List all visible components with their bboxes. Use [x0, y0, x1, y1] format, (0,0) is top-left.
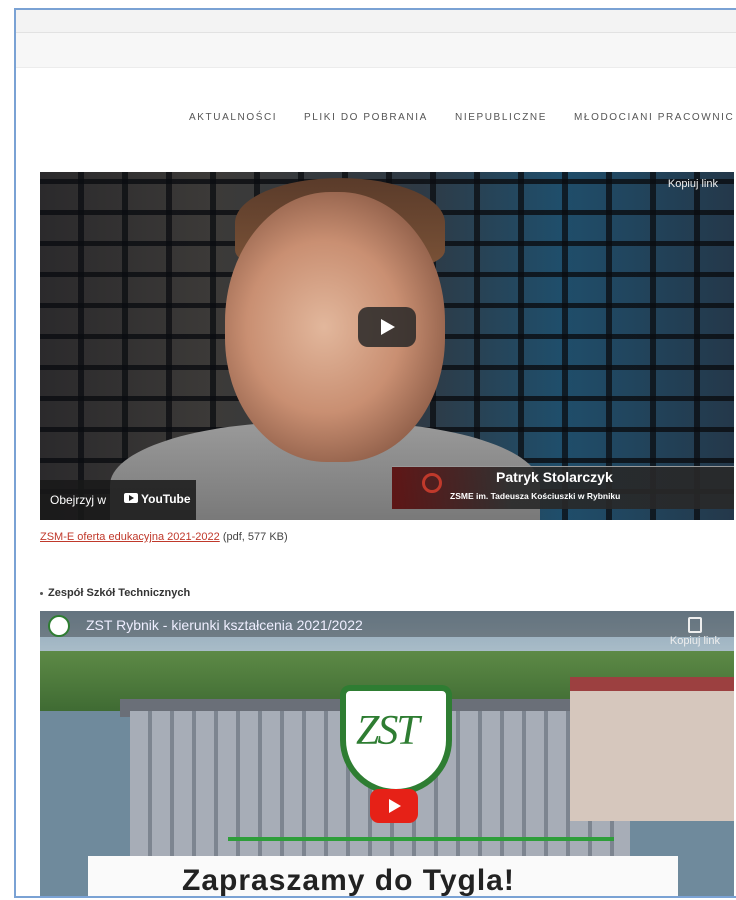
speaker-school: ZSME im. Tadeusza Kościuszki w Rybniku: [450, 491, 621, 501]
copy-link-button[interactable]: Kopiuj link: [668, 178, 718, 190]
youtube-wordmark: YouTube: [141, 492, 191, 506]
pdf-download-line: ZSM-E oferta edukacyjna 2021-2022 (pdf, …: [40, 531, 288, 543]
video-player-2[interactable]: ZST Rybnik - kierunki kształcenia 2021/2…: [40, 611, 734, 897]
video-title[interactable]: ZST Rybnik - kierunki kształcenia 2021/2…: [86, 617, 363, 633]
logo-text: ZST: [356, 708, 420, 754]
divider: [228, 837, 614, 841]
bullet-label: Zespół Szkół Technicznych: [48, 587, 191, 599]
pdf-link[interactable]: ZSM-E oferta edukacyjna 2021-2022: [40, 531, 220, 543]
nav-aktualnosci[interactable]: AKTUALNOŚCI: [189, 112, 277, 123]
browser-subbar: [16, 33, 736, 68]
speaker-name: Patryk Stolarczyk: [496, 469, 613, 485]
watch-on-youtube-button[interactable]: Obejrzyj w YouTube: [40, 480, 196, 520]
play-icon[interactable]: [358, 307, 416, 347]
pdf-meta: (pdf, 577 KB): [219, 531, 288, 543]
channel-avatar-icon[interactable]: [48, 615, 70, 637]
bullet-icon: [40, 591, 43, 595]
main-nav: AKTUALNOŚCI PLIKI DO POBRANIA NIEPUBLICZ…: [16, 104, 736, 134]
youtube-icon: [124, 493, 138, 503]
browser-frame: AKTUALNOŚCI PLIKI DO POBRANIA NIEPUBLICZ…: [14, 8, 736, 898]
copy-link-button[interactable]: Kopiuj link: [670, 635, 720, 647]
youtube-play-icon[interactable]: [370, 789, 418, 823]
banner-text: Zapraszamy do Tygla!: [182, 864, 515, 897]
watch-label: Obejrzyj w: [50, 493, 107, 507]
nav-niepubliczne[interactable]: NIEPUBLICZNE: [455, 112, 547, 123]
list-item: Zespół Szkół Technicznych: [40, 587, 190, 599]
target-icon: [422, 473, 442, 493]
thumbnail-house: [570, 677, 734, 821]
zst-logo: ZST: [340, 685, 452, 795]
video-banner: Zapraszamy do Tygla!: [88, 856, 678, 897]
name-caption: Patryk Stolarczyk ZSME im. Tadeusza Kośc…: [392, 466, 734, 509]
nav-mlodociani[interactable]: MŁODOCIANI PRACOWNIC: [574, 112, 734, 123]
browser-toolbar: [16, 10, 736, 33]
copy-icon[interactable]: [688, 617, 702, 633]
video-player-1[interactable]: Kopiuj link Patryk Stolarczyk ZSME im. T…: [40, 172, 734, 520]
nav-pliki[interactable]: PLIKI DO POBRANIA: [304, 112, 428, 123]
